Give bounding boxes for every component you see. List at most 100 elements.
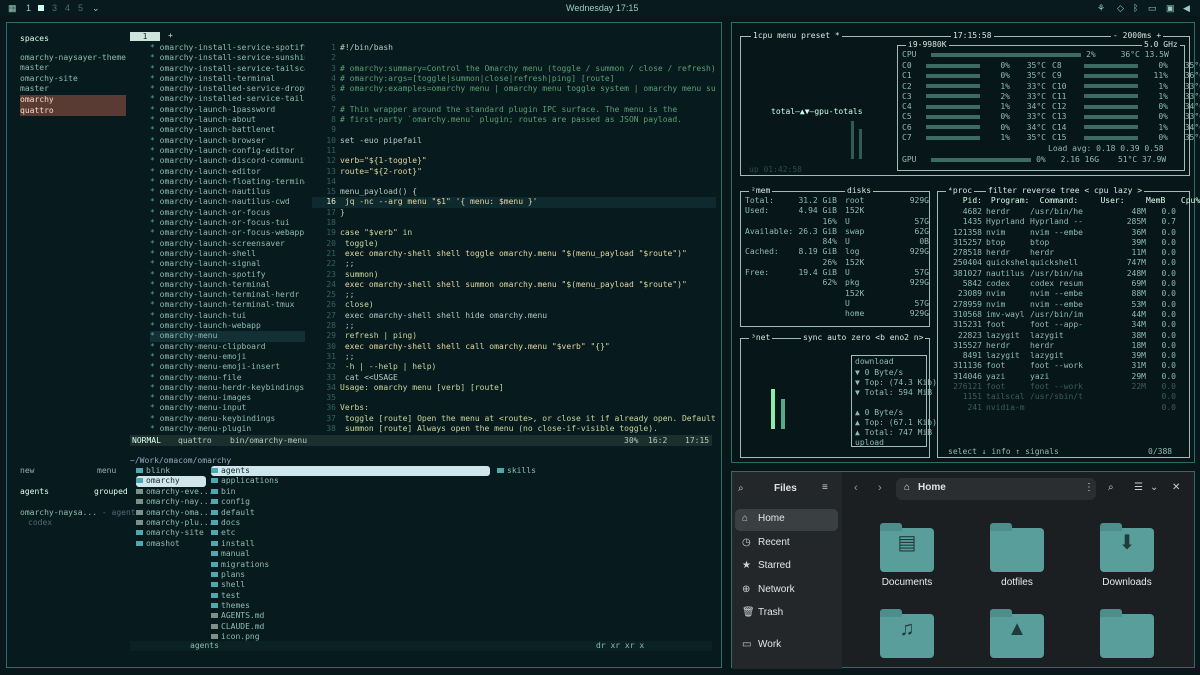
tree-item[interactable]: omarchy-install-service-spotify [150,43,305,53]
proc-row[interactable]: 311136 foot foot --work 31M 0.0 [942,361,1187,371]
tree-item[interactable]: omarchy-menu-herdr-keybindings [150,383,305,393]
workspace-3[interactable]: 3 [52,3,57,13]
code-line[interactable]: 3 # omarchy:summary=Control the Omarchy m… [312,64,716,74]
cpu-tabs[interactable]: 1cpu menu preset * [751,31,842,42]
tree-item[interactable]: omarchy-launch-or-focus-tui [150,218,305,228]
fm-entry[interactable]: config [211,497,490,507]
file-item[interactable]: ▲ [982,609,1052,664]
fm-entry[interactable]: omarchy-site [136,528,206,538]
proc-row[interactable]: 22823 lazygit lazygit 38M 0.0 [942,331,1187,341]
fm-entry[interactable]: manual [211,549,490,559]
workspace-1[interactable]: 1 [26,3,31,13]
code-line[interactable]: 22 ;; [312,259,716,269]
code-line[interactable]: 30 exec omarchy-shell shell call omarchy… [312,342,716,352]
code-line[interactable]: 20 toggle) [312,239,716,249]
code-line[interactable]: 1 #!/bin/bash [312,43,716,53]
fm-entry[interactable]: etc [211,528,490,538]
proc-row[interactable]: 314046 yazi yazi 29M 0.0 [942,372,1187,382]
space-item[interactable]: omarchy-naysayer-theme [20,53,126,64]
fm-entry[interactable]: default [211,508,490,518]
tree-item[interactable]: omarchy-launch-floating-terminal [150,177,305,187]
proc-row[interactable]: 1151 tailscal/usr/sbin/t 0.0 [942,392,1187,402]
tree-item[interactable]: omarchy-launch-or-focus-webapp [150,228,305,238]
tree-item[interactable]: omarchy-menu-emoji-insert [150,362,305,372]
tree-item[interactable]: omarchy-launch-1password [150,105,305,115]
clock[interactable]: Wednesday 17:15 [566,3,638,13]
files-window[interactable]: ⌕ Files ≡ ‹ › ⌂ Home ⋮ ⌕ ☰ ⌄ ✕ ⌂ Home ◷ Rec… [731,471,1195,669]
code-line[interactable]: 14 [312,177,716,187]
tree-item[interactable]: omarchy-menu-input [150,403,305,413]
proc-row[interactable]: 381027 nautilus/usr/bin/na 248M 0.0 [942,269,1187,279]
code-line[interactable]: 36 Verbs: [312,403,716,413]
proc-row[interactable]: 4682 herdr/usr/bin/he 48M 0.0 [942,207,1187,217]
code-line[interactable]: 33 cat <<USAGE [312,373,716,383]
proc-row[interactable]: 276121 foot foot --work 22M 0.0 [942,382,1187,392]
proc-col-cpu[interactable]: Cpu% [1170,196,1200,206]
tree-item[interactable]: omarchy-launch-discord-community [150,156,305,166]
code-line[interactable]: 2 [312,53,716,63]
tree-item[interactable]: omarchy-install-terminal [150,74,305,84]
sidebar-item-trash[interactable]: 🗑 Trash [742,607,783,618]
network-icon[interactable]: ⚘ [1097,3,1105,13]
tree-item[interactable]: omarchy-install-service-tailscale [150,64,305,74]
code-line[interactable]: 31 ;; [312,352,716,362]
code-line[interactable]: 5 # omarchy:examples=omarchy menu | omarc… [312,84,716,94]
fm-entry[interactable]: omarchy-oma... [136,508,213,518]
back-icon[interactable]: ‹ [854,482,858,493]
code-line[interactable]: 17} [312,208,716,218]
proc-row[interactable]: 5842 codex codex resum 69M 0.0 [942,279,1187,289]
tree-item[interactable]: omarchy-menu-file [150,373,305,383]
bluetooth-icon[interactable]: ᛒ [1133,3,1138,13]
proc-row[interactable]: 241 nvidia-m 0.0 [942,403,1187,413]
proc-row[interactable]: 315231 foot foot --app- 34M 0.0 [942,320,1187,330]
tree-item[interactable]: omarchy-installed-service-tailsca [150,94,305,104]
proc-col-pid[interactable]: Pid: [942,196,982,206]
code-editor[interactable]: 1 #!/bin/bash 2 3 # omarchy:summary=Control … [312,43,716,435]
code-line[interactable]: 37 toggle [route] Open the menu at <rout… [312,414,716,424]
code-line[interactable]: 38 summon [route] Always open the menu (… [312,424,716,434]
tree-item[interactable]: omarchy-menu-keybindings [150,414,305,424]
proc-col-mem[interactable]: MemB [1135,196,1165,206]
code-line[interactable]: 19 case "$verb" in [312,228,716,238]
proc-row[interactable]: 315257 btop btop 39M 0.0 [942,238,1187,248]
space-item-active[interactable]: omarchy [20,94,126,106]
tree-item[interactable]: omarchy-menu-plugin [150,424,305,434]
new-tab-button[interactable]: + [168,31,173,41]
sidebar-item-recent[interactable]: ◷ Recent [742,537,790,548]
fm-entry[interactable]: omarchy-plu... [136,518,213,528]
wifi-icon[interactable]: ◇ [1117,3,1124,13]
hamburger-icon[interactable]: ≡ [822,482,828,493]
code-line[interactable]: 10 set -euo pipefail [312,136,716,146]
tree-item[interactable]: omarchy-launch-about [150,115,305,125]
more-icon[interactable]: ⋮ [1084,482,1094,493]
tree-item[interactable]: omarchy-launch-spotify [150,270,305,280]
fm-entry[interactable]: docs [211,518,490,528]
fm-entry[interactable]: applications [211,476,490,486]
fm-entry[interactable]: bin [211,487,490,497]
fm-entry[interactable]: blink [136,466,206,476]
file-item[interactable]: ⬇ Downloads [1092,523,1162,588]
fm-entry[interactable]: plans [211,570,490,580]
proc-row[interactable]: 250404 quickshellquickshell 747M 0.0 [942,258,1187,268]
tab-1[interactable]: 1 [130,32,160,41]
file-item[interactable]: dotfiles [982,523,1052,588]
fm-entry[interactable]: test [211,591,490,601]
tree-item[interactable]: omarchy-launch-config-editor [150,146,305,156]
location-bar[interactable]: ⌂ Home ⋮ [896,478,1096,500]
tree-item[interactable]: omarchy-launch-nautilus-cwd [150,197,305,207]
proc-row[interactable]: 1435 Hyprland Hyprland -- 285M 0.7 [942,217,1187,227]
space-branch[interactable]: master [20,63,126,74]
proc-col-user[interactable]: User: [1100,196,1130,206]
file-item[interactable]: ♫ [872,609,942,664]
code-line[interactable]: 24 exec omarchy-shell shell summon omarc… [312,280,716,290]
tree-item[interactable]: omarchy-launch-terminal [150,280,305,290]
fm-entry[interactable]: themes [211,601,490,611]
file-item[interactable]: ▤ Documents [872,523,942,588]
code-line[interactable]: 34 Usage: omarchy menu [verb] [route] [312,383,716,393]
tree-item[interactable]: omarchy-launch-nautilus [150,187,305,197]
search-icon[interactable]: ⌕ [738,483,744,494]
code-line[interactable]: 11 [312,146,716,156]
fm-entry[interactable]: CLAUDE.md [211,622,490,632]
fm-column-3[interactable]: skills [497,466,697,476]
tree-item[interactable]: omarchy-menu [150,331,305,342]
